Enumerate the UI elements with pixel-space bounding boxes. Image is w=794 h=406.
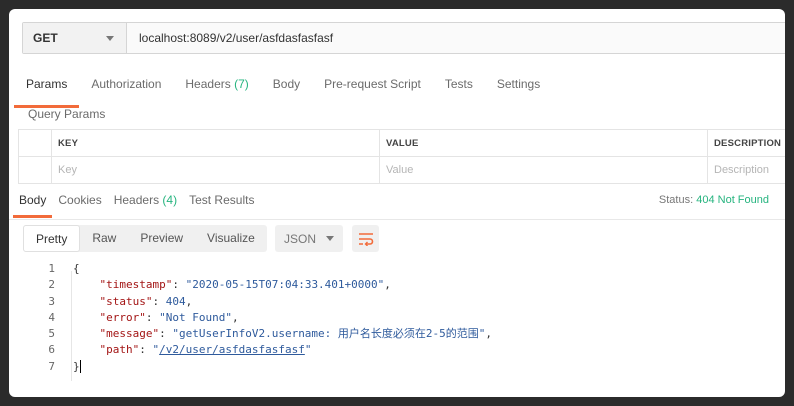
tab-settings[interactable]: Settings	[485, 71, 552, 108]
code-line: 2 "timestamp": "2020-05-15T07:04:33.401+…	[9, 277, 785, 293]
response-body-editor[interactable]: 1 { 2 "timestamp": "2020-05-15T07:04:33.…	[9, 261, 785, 375]
wrap-lines-icon	[358, 232, 373, 246]
value-column-header: VALUE	[379, 129, 708, 157]
response-status: Status: 404 Not Found	[659, 194, 769, 206]
tab-response-body[interactable]: Body	[13, 188, 53, 218]
key-column-header: KEY	[51, 129, 380, 157]
description-input[interactable]: Description	[707, 156, 785, 184]
description-column-header: DESCRIPTION	[707, 129, 785, 157]
chevron-down-icon	[106, 35, 114, 41]
text-cursor	[79, 360, 81, 374]
view-mode-toggle: Pretty Raw Preview Visualize	[23, 225, 267, 252]
tab-params[interactable]: Params	[14, 71, 80, 108]
headers-count: (7)	[234, 77, 249, 91]
line-number: 1	[48, 262, 55, 275]
format-select[interactable]: JSON	[275, 225, 343, 252]
tab-body[interactable]: Body	[261, 71, 312, 108]
format-label: JSON	[284, 231, 317, 246]
view-raw-button[interactable]: Raw	[80, 225, 128, 252]
tab-response-headers[interactable]: Headers (4)	[108, 188, 183, 216]
line-number: 6	[48, 343, 55, 357]
value-input[interactable]: Value	[379, 156, 708, 184]
request-url-bar: GET	[22, 22, 785, 54]
url-input[interactable]	[127, 23, 785, 53]
params-empty-row: Key Value Description	[18, 156, 785, 184]
tab-tests[interactable]: Tests	[433, 71, 485, 108]
response-headers-count: (4)	[162, 193, 178, 207]
tab-authorization[interactable]: Authorization	[79, 71, 173, 108]
tab-cookies[interactable]: Cookies	[52, 188, 107, 216]
view-preview-button[interactable]: Preview	[128, 225, 195, 252]
code-line: 5 "message": "getUserInfoV2.username: 用户…	[9, 326, 785, 342]
params-header-row: KEY VALUE DESCRIPTION	[18, 129, 785, 157]
key-input[interactable]: Key	[51, 156, 380, 184]
line-number: 2	[48, 278, 55, 292]
query-params-title: Query Params	[28, 107, 106, 121]
code-line: 1 {	[9, 261, 785, 277]
row-checkbox[interactable]	[18, 156, 52, 184]
postman-window: GET Params Authorization Headers (7) Bod…	[9, 9, 785, 397]
tab-headers[interactable]: Headers (7)	[173, 71, 260, 108]
status-label: Status:	[658, 194, 694, 206]
wrap-lines-button[interactable]	[352, 225, 379, 252]
line-number: 3	[48, 294, 55, 308]
status-badge: 404 Not Found	[696, 194, 769, 206]
request-tabs: Params Authorization Headers (7) Body Pr…	[14, 71, 552, 109]
section-divider	[9, 219, 785, 220]
method-label: GET	[33, 31, 58, 45]
method-select[interactable]: GET	[23, 23, 127, 53]
tab-test-results[interactable]: Test Results	[183, 188, 260, 216]
line-number: 5	[48, 327, 55, 341]
path-link[interactable]: /v2/user/asfdasfasfasf	[159, 343, 305, 356]
code-line: 3 "status": 404,	[9, 294, 785, 310]
line-number: 7	[48, 359, 55, 373]
code-line: 4 "error": "Not Found",	[9, 310, 785, 326]
checkbox-column	[18, 129, 52, 157]
code-line: 6 "path": "/v2/user/asfdasfasfasf"	[9, 342, 785, 358]
tab-pre-request-script[interactable]: Pre-request Script	[312, 71, 433, 108]
view-visualize-button[interactable]: Visualize	[195, 225, 267, 252]
view-pretty-button[interactable]: Pretty	[23, 225, 81, 252]
chevron-down-icon	[326, 236, 334, 241]
query-params-table: KEY VALUE DESCRIPTION Key Value Descript…	[18, 129, 785, 184]
code-line: 7 }	[9, 359, 785, 375]
line-number: 4	[48, 310, 55, 324]
response-tabs: Body Cookies Headers (4) Test Results	[13, 188, 260, 218]
